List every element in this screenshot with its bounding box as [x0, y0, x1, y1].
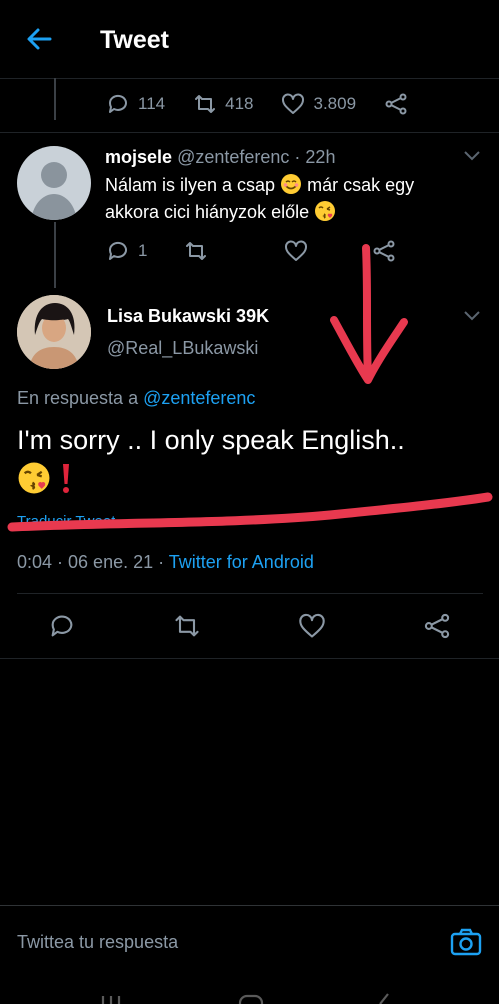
annotation-underline	[7, 492, 493, 532]
annotation-overlay	[7, 244, 493, 532]
home-icon	[238, 994, 264, 1004]
android-nav-bar	[0, 984, 499, 1004]
reply-bar: Twittea tu respuesta	[0, 905, 499, 984]
annotation-arrow	[330, 244, 408, 384]
camera-icon[interactable]	[450, 928, 482, 956]
back-nav-icon	[379, 993, 389, 1004]
recents-icon	[101, 996, 121, 1004]
reply-input[interactable]: Twittea tu respuesta	[17, 932, 178, 953]
